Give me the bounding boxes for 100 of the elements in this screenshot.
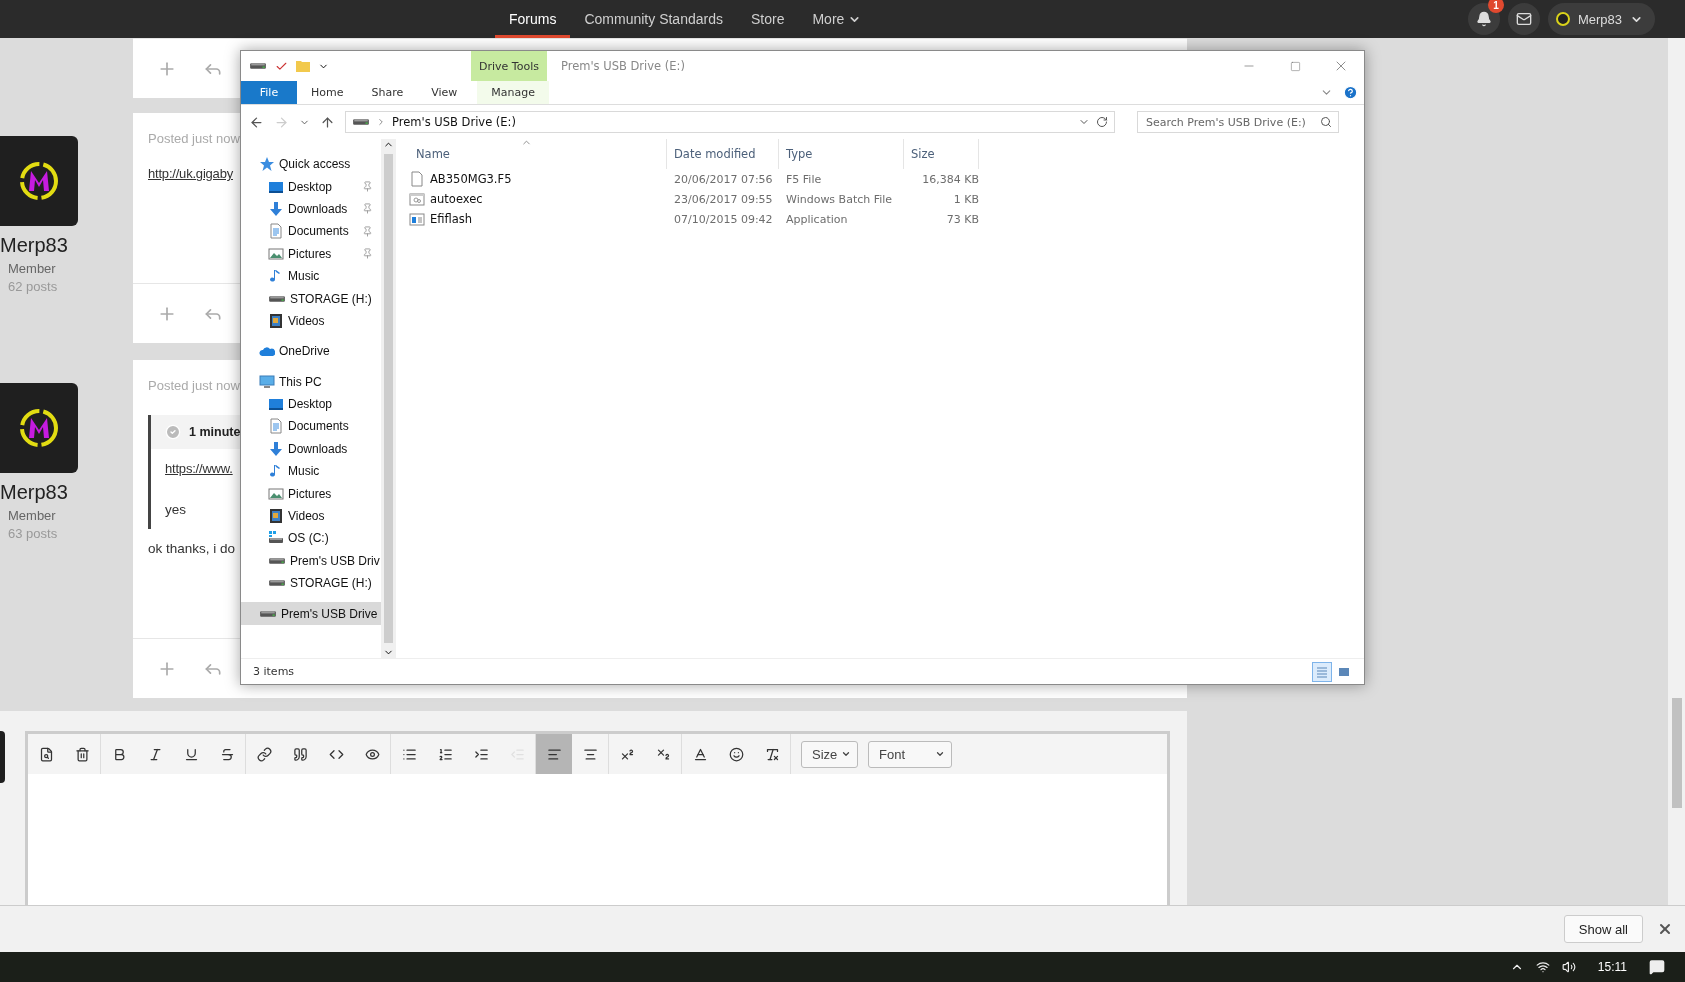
file-name[interactable]: autoexec bbox=[430, 192, 483, 206]
ribbon-tab[interactable]: File bbox=[241, 81, 297, 104]
help-icon[interactable] bbox=[1343, 85, 1358, 100]
scrollbar-thumb[interactable] bbox=[384, 154, 393, 643]
picture-icon bbox=[268, 245, 284, 262]
nav-item[interactable]: OneDrive bbox=[241, 340, 381, 363]
window-title: Prem's USB Drive (E:) bbox=[560, 58, 685, 75]
application-window-icon bbox=[409, 211, 425, 227]
nav-label: Documents bbox=[288, 224, 349, 239]
drive-icon bbox=[352, 118, 370, 126]
check-circle-icon bbox=[165, 424, 181, 440]
nav-item[interactable]: Videos bbox=[241, 309, 381, 333]
gear-window-icon bbox=[409, 191, 425, 207]
dropdown[interactable]: Font bbox=[868, 740, 952, 768]
nav-label: Music bbox=[288, 464, 320, 479]
nav-label: Documents bbox=[288, 419, 349, 434]
maximize-icon bbox=[1289, 60, 1301, 72]
nav-item[interactable]: Documents bbox=[241, 415, 381, 438]
refresh-icon[interactable] bbox=[1096, 116, 1108, 128]
author-name[interactable]: Merp83 bbox=[0, 481, 68, 504]
ribbon-tab[interactable]: Share bbox=[357, 81, 418, 104]
search-field[interactable]: Search Prem's USB Drive (E:) bbox=[1137, 111, 1339, 133]
scrollbar-thumb[interactable] bbox=[1671, 698, 1682, 808]
address-bar[interactable]: Prem's USB Drive (E:) bbox=[345, 111, 1115, 133]
nav-item[interactable]: OS (C:) bbox=[241, 527, 381, 550]
nav-label: STORAGE (H:) bbox=[290, 291, 372, 306]
nav-item[interactable]: STORAGE (H:) bbox=[241, 287, 381, 310]
file-name[interactable]: Efiflash bbox=[430, 212, 473, 226]
nav-item[interactable]: Quick access bbox=[241, 153, 381, 176]
nav-link[interactable]: More bbox=[798, 0, 876, 38]
nav-item[interactable]: Downloads bbox=[241, 437, 381, 461]
drive-icon bbox=[268, 294, 286, 303]
nav-item[interactable]: Desktop bbox=[241, 175, 381, 198]
nav-item[interactable]: Downloads bbox=[241, 197, 381, 221]
align-left-button[interactable] bbox=[536, 734, 572, 774]
nav-item[interactable]: Music bbox=[241, 460, 381, 483]
wifi-icon[interactable] bbox=[1535, 960, 1550, 974]
file-size: 16,384 KB bbox=[921, 172, 979, 186]
nav-link[interactable]: Community Standards bbox=[570, 0, 737, 38]
document-icon bbox=[268, 418, 284, 435]
nav-item[interactable]: Prem's USB Drive bbox=[241, 602, 381, 625]
forward-arrow-icon bbox=[274, 114, 289, 130]
author-name[interactable]: Merp83 bbox=[0, 234, 68, 257]
show-all-button[interactable]: Show all bbox=[1563, 915, 1643, 943]
file-type: F5 File bbox=[785, 172, 823, 186]
volume-icon[interactable] bbox=[1561, 960, 1576, 974]
details-view-button[interactable] bbox=[1312, 661, 1332, 682]
ribbon-tab[interactable]: Home bbox=[297, 81, 358, 104]
quote-link[interactable]: https://www. bbox=[165, 461, 233, 476]
nav-link[interactable]: Store bbox=[736, 0, 799, 38]
nav-label: Prem's USB Driv bbox=[290, 553, 380, 568]
column-header[interactable]: Size bbox=[904, 139, 979, 169]
nav-item[interactable]: Documents bbox=[241, 220, 381, 243]
nav-label: OS (C:) bbox=[288, 531, 329, 546]
drive-icon bbox=[268, 556, 286, 565]
column-header[interactable]: Name bbox=[409, 139, 667, 169]
nav-label: Videos bbox=[288, 313, 325, 328]
nav-item[interactable]: Pictures bbox=[241, 482, 381, 505]
drive-icon bbox=[249, 62, 267, 70]
up-button[interactable] bbox=[320, 114, 335, 130]
nav-label: Desktop bbox=[288, 397, 333, 412]
file-date: 20/06/2017 07:56 bbox=[673, 172, 774, 186]
member-role: Member bbox=[8, 261, 56, 276]
file-name[interactable]: AB350MG3.F5 bbox=[430, 172, 512, 186]
nav-item[interactable]: This PC bbox=[241, 370, 381, 393]
file-size: 73 KB bbox=[945, 212, 979, 226]
nav-item[interactable]: Prem's USB Driv bbox=[241, 549, 381, 573]
close-icon[interactable] bbox=[1657, 921, 1673, 937]
post-link[interactable]: http://uk.gigaby bbox=[148, 166, 233, 181]
download-arrow-icon bbox=[268, 440, 284, 457]
film-icon bbox=[268, 312, 284, 329]
back-button[interactable] bbox=[249, 114, 264, 130]
user-menu-button[interactable]: Merp83 bbox=[1547, 3, 1655, 35]
file-type: Windows Batch File bbox=[785, 192, 894, 206]
column-header[interactable]: Date modified bbox=[667, 139, 779, 169]
messages-button[interactable] bbox=[1507, 3, 1540, 35]
nav-label: Downloads bbox=[288, 441, 348, 456]
nav-item[interactable]: Music bbox=[241, 264, 381, 288]
text-editor[interactable]: Size Font bbox=[25, 731, 1170, 905]
nav-item[interactable]: Desktop bbox=[241, 392, 381, 416]
nav-label: Prem's USB Drive bbox=[281, 606, 378, 621]
post-text: ok thanks, i do bbox=[148, 541, 236, 556]
computer-icon bbox=[259, 373, 275, 390]
notifications-icon[interactable] bbox=[1649, 959, 1665, 975]
post-time: Posted just now bbox=[148, 378, 240, 393]
nav-label: Pictures bbox=[288, 486, 332, 501]
caret-icon bbox=[841, 749, 851, 759]
dropdown[interactable]: Size bbox=[801, 740, 858, 768]
chevron-icon bbox=[376, 117, 386, 127]
nav-item[interactable]: STORAGE (H:) bbox=[241, 572, 381, 595]
post-count: 63 posts bbox=[8, 526, 58, 541]
nav-label: Quick access bbox=[279, 157, 351, 172]
nav-item[interactable]: Pictures bbox=[241, 242, 381, 265]
notification-badge: 1 bbox=[1487, 0, 1504, 13]
nav-item[interactable]: Videos bbox=[241, 504, 381, 528]
avatar-logo bbox=[17, 406, 61, 450]
ribbon-tab[interactable]: View bbox=[417, 81, 472, 104]
file-type: Application bbox=[785, 212, 849, 226]
ribbon-tab[interactable]: Manage bbox=[477, 81, 550, 104]
column-header[interactable]: Type bbox=[779, 139, 904, 169]
